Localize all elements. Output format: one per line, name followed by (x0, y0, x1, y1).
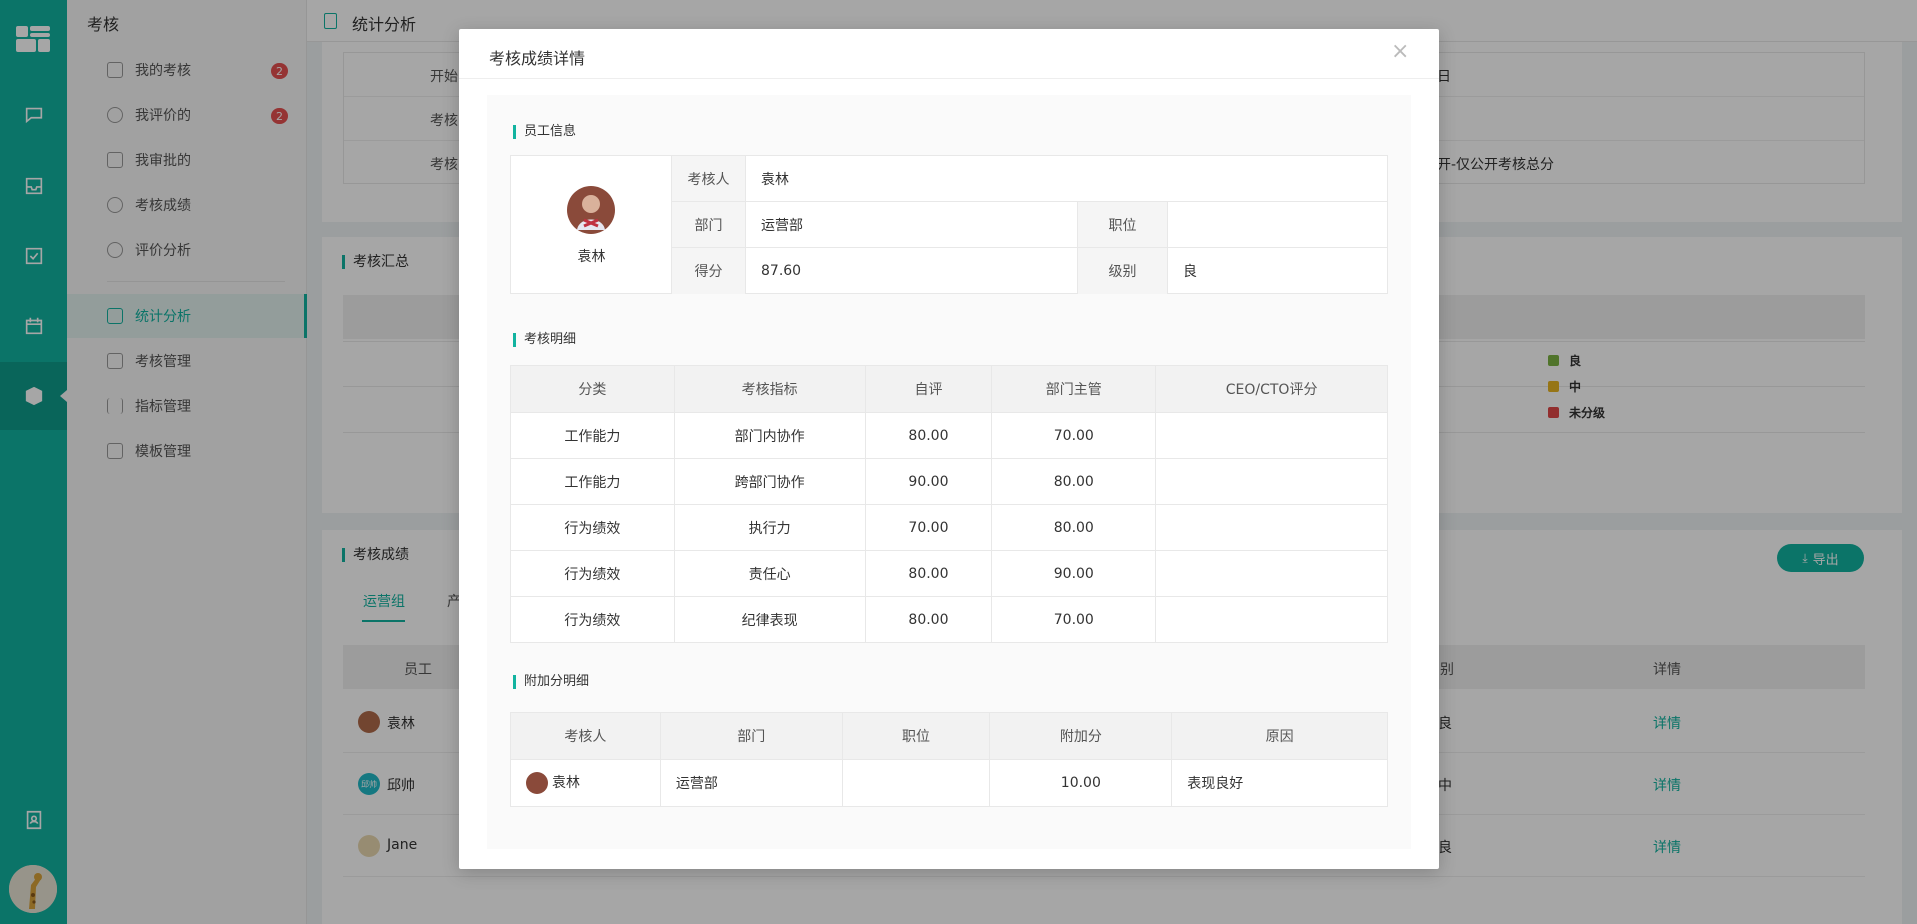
value-assessee: 袁林 (746, 156, 1387, 202)
cell-category: 工作能力 (510, 458, 675, 505)
cell-indicator: 责任心 (673, 550, 866, 597)
cell-category: 行为绩效 (510, 504, 675, 551)
col-self-score: 自评 (864, 365, 993, 413)
col-reason: 原因 (1171, 712, 1388, 760)
cell-self-score: 80.00 (864, 596, 993, 643)
table-row: 行为绩效 责任心 80.00 90.00 (510, 550, 1388, 597)
employee-info-table: 袁林 考核人 袁林 部门 运营部 职位 得分 87.60 级别 良 (510, 155, 1388, 294)
label-level: 级别 (1078, 248, 1168, 294)
employee-photo-cell: 袁林 (511, 156, 672, 293)
cell-category: 行为绩效 (510, 550, 675, 597)
label-assessee: 考核人 (672, 156, 746, 202)
col-assessee: 考核人 (510, 712, 661, 760)
cell-self-score: 90.00 (864, 458, 993, 505)
value-position (1168, 202, 1387, 248)
modal-title: 考核成绩详情 (489, 49, 586, 68)
cell-category: 行为绩效 (510, 596, 675, 643)
avatar (567, 186, 615, 234)
table-header-row: 考核人 部门 职位 附加分 原因 (510, 712, 1388, 760)
bonus-detail-table: 考核人 部门 职位 附加分 原因 袁林 运营部 10.00 表现良好 (510, 712, 1388, 807)
cell-indicator: 执行力 (673, 504, 866, 551)
assessment-detail-table: 分类 考核指标 自评 部门主管 CEO/CTO评分 工作能力 部门内协作 80.… (510, 365, 1388, 643)
cell-indicator: 纪律表现 (673, 596, 866, 643)
section-title-bonus: 附加分明细 (513, 675, 589, 689)
cell-indicator: 跨部门协作 (673, 458, 866, 505)
employee-name: 袁林 (577, 249, 606, 265)
section-title-detail: 考核明细 (513, 333, 576, 347)
assessee-name: 袁林 (552, 775, 580, 791)
cell-ceo-score (1155, 504, 1388, 551)
label-score: 得分 (672, 248, 746, 294)
cell-ceo-score (1155, 458, 1388, 505)
col-category: 分类 (510, 365, 675, 413)
cell-manager-score: 70.00 (991, 412, 1157, 459)
cell-reason: 表现良好 (1171, 759, 1388, 807)
col-department: 部门 (659, 712, 843, 760)
cell-category: 工作能力 (510, 412, 675, 459)
cell-indicator: 部门内协作 (673, 412, 866, 459)
col-position: 职位 (841, 712, 991, 760)
table-row: 工作能力 部门内协作 80.00 70.00 (510, 412, 1388, 459)
cell-department: 运营部 (659, 759, 843, 807)
section-title-employee: 员工信息 (513, 125, 576, 139)
cell-position (841, 759, 991, 807)
col-ceo-score: CEO/CTO评分 (1155, 365, 1388, 413)
cell-bonus: 10.00 (989, 759, 1173, 807)
cell-manager-score: 80.00 (991, 504, 1157, 551)
table-row: 袁林 运营部 10.00 表现良好 (510, 759, 1388, 807)
close-icon[interactable]: × (1391, 41, 1409, 63)
cell-ceo-score (1155, 596, 1388, 643)
cell-self-score: 80.00 (864, 412, 993, 459)
col-bonus: 附加分 (989, 712, 1173, 760)
modal-header: 考核成绩详情 × (459, 29, 1439, 79)
score-detail-modal: 考核成绩详情 × 员工信息 袁林 考核人 袁林 部门 运营部 职位 得分 87.… (459, 29, 1439, 869)
cell-assessee: 袁林 (510, 759, 661, 807)
value-level: 良 (1183, 264, 1197, 280)
table-row: 行为绩效 执行力 70.00 80.00 (510, 504, 1388, 551)
table-header-row: 分类 考核指标 自评 部门主管 CEO/CTO评分 (510, 365, 1388, 413)
cell-manager-score: 80.00 (991, 458, 1157, 505)
col-manager-score: 部门主管 (991, 365, 1157, 413)
col-indicator: 考核指标 (673, 365, 866, 413)
cell-ceo-score (1155, 550, 1388, 597)
value-department: 运营部 (746, 202, 1078, 248)
cell-manager-score: 90.00 (991, 550, 1157, 597)
cell-ceo-score (1155, 412, 1388, 459)
label-position: 职位 (1078, 202, 1168, 248)
cell-self-score: 80.00 (864, 550, 993, 597)
cell-self-score: 70.00 (864, 504, 993, 551)
table-row: 行为绩效 纪律表现 80.00 70.00 (510, 596, 1388, 643)
avatar (526, 772, 548, 794)
table-row: 工作能力 跨部门协作 90.00 80.00 (510, 458, 1388, 505)
label-department: 部门 (672, 202, 746, 248)
cell-manager-score: 70.00 (991, 596, 1157, 643)
value-score: 87.60 (746, 248, 1078, 294)
